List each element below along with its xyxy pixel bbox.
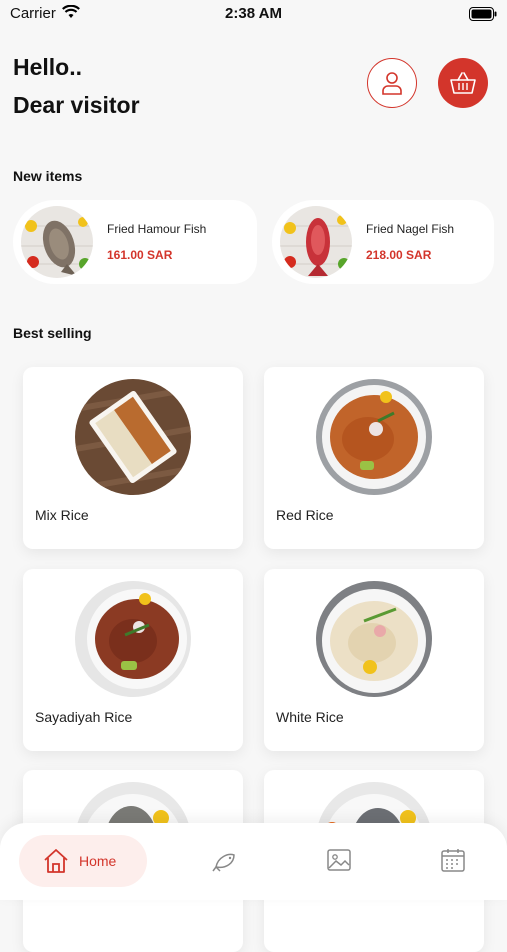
greeting: Hello.. Dear visitor xyxy=(13,48,140,124)
new-item-card[interactable]: Fried Hamour Fish 161.00 SAR xyxy=(13,200,257,284)
fish-image xyxy=(21,206,93,278)
best-selling-title: Best selling xyxy=(13,325,92,341)
red-rice-image xyxy=(316,379,432,495)
new-item-price: 161.00 SAR xyxy=(107,248,173,262)
status-time: 2:38 AM xyxy=(225,5,282,22)
tab-calendar[interactable] xyxy=(440,847,466,873)
product-name: Mix Rice xyxy=(35,507,89,523)
new-item-name: Fried Hamour Fish xyxy=(107,222,207,236)
home-icon xyxy=(44,849,68,873)
tab-home[interactable]: Home xyxy=(19,835,147,887)
sayadiyah-rice-image xyxy=(75,581,191,697)
tab-home-label: Home xyxy=(79,853,117,869)
product-name: Red Rice xyxy=(276,507,334,523)
greeting-line-1: Hello.. xyxy=(13,54,83,80)
basket-icon xyxy=(450,72,476,94)
calendar-icon xyxy=(441,849,465,872)
product-name: Sayadiyah Rice xyxy=(35,709,133,725)
tab-gallery[interactable] xyxy=(326,847,352,873)
product-card[interactable]: Red Rice xyxy=(264,367,484,549)
product-card[interactable]: Sayadiyah Rice xyxy=(23,569,243,751)
new-item-price: 218.00 SAR xyxy=(366,248,432,262)
product-name: White Rice xyxy=(276,709,344,725)
mix-rice-image xyxy=(75,379,191,495)
image-icon xyxy=(327,849,351,871)
user-icon xyxy=(382,72,402,95)
greeting-line-2: Dear visitor xyxy=(13,92,140,118)
new-item-name: Fried Nagel Fish xyxy=(366,222,455,236)
tab-menu[interactable] xyxy=(212,847,238,873)
cart-button[interactable] xyxy=(438,58,488,108)
fish-icon xyxy=(212,853,235,872)
new-item-card[interactable]: Fried Nagel Fish 218.00 SAR xyxy=(272,200,494,284)
new-items-title: New items xyxy=(13,168,83,184)
product-card[interactable]: White Rice xyxy=(264,569,484,751)
tab-bar: Home xyxy=(0,823,507,900)
battery-icon xyxy=(469,7,497,21)
profile-button[interactable] xyxy=(367,58,417,108)
status-bar: Carrier 2:38 AM xyxy=(0,0,507,28)
white-rice-image xyxy=(316,581,432,697)
product-card[interactable]: Mix Rice xyxy=(23,367,243,549)
fish-image xyxy=(280,206,352,278)
